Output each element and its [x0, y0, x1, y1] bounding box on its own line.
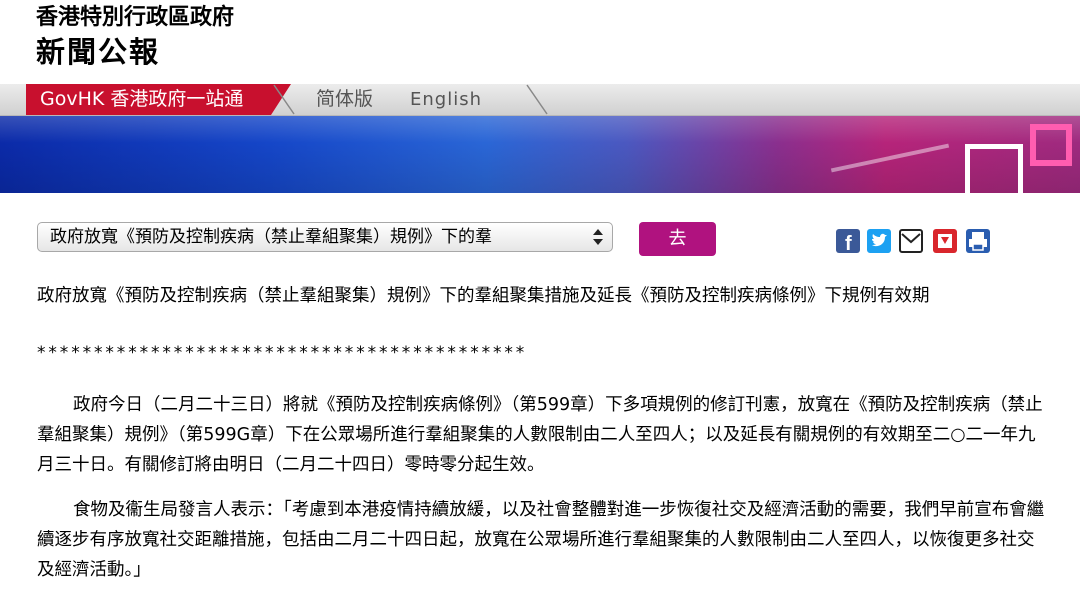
nav-bar: GovHK 香港政府一站通 简体版 English: [0, 84, 1080, 116]
english-link[interactable]: English: [410, 84, 482, 115]
page-title: 新聞公報: [36, 35, 161, 69]
header: 香港特別行政區政府 新聞公報: [0, 0, 1080, 84]
banner-square: [965, 144, 1023, 193]
article-title: 政府放寬《預防及控制疾病（禁止羣組聚集）規例》下的羣組聚集措施及延長《預防及控制…: [37, 286, 930, 306]
nav-divider: [526, 84, 548, 115]
banner: [0, 116, 1080, 193]
twitter-icon[interactable]: [867, 229, 891, 253]
select-value: 政府放寬《預防及控制疾病（禁止羣組聚集）規例》下的羣: [50, 227, 492, 247]
govhk-link[interactable]: GovHK 香港政府一站通: [40, 84, 243, 115]
press-release-select[interactable]: 政府放寬《預防及控制疾病（禁止羣組聚集）規例》下的羣: [37, 222, 613, 252]
paragraph: 食物及衞生局發言人表示：「考慮到本港疫情持續放緩，以及社會整體對進一步恢復社交及…: [37, 500, 1045, 580]
simplified-chinese-link[interactable]: 简体版: [316, 84, 373, 115]
banner-shade: [0, 116, 1080, 193]
banner-square: [1030, 124, 1072, 166]
paragraph: 政府今日（二月二十三日）將就《預防及控制疾病條例》（第599章）下多項規例的修訂…: [37, 395, 1043, 475]
svg-text:f: f: [845, 233, 852, 253]
email-icon[interactable]: [899, 229, 923, 253]
separator: ****************************************…: [37, 343, 528, 363]
facebook-icon[interactable]: f: [836, 229, 860, 253]
org-title: 香港特別行政區政府: [36, 5, 235, 30]
nav-divider: [273, 84, 295, 115]
print-icon[interactable]: [966, 229, 990, 253]
select-arrows-icon: [593, 229, 603, 245]
bookmark-icon[interactable]: [933, 229, 957, 253]
go-button[interactable]: 去: [639, 222, 716, 256]
